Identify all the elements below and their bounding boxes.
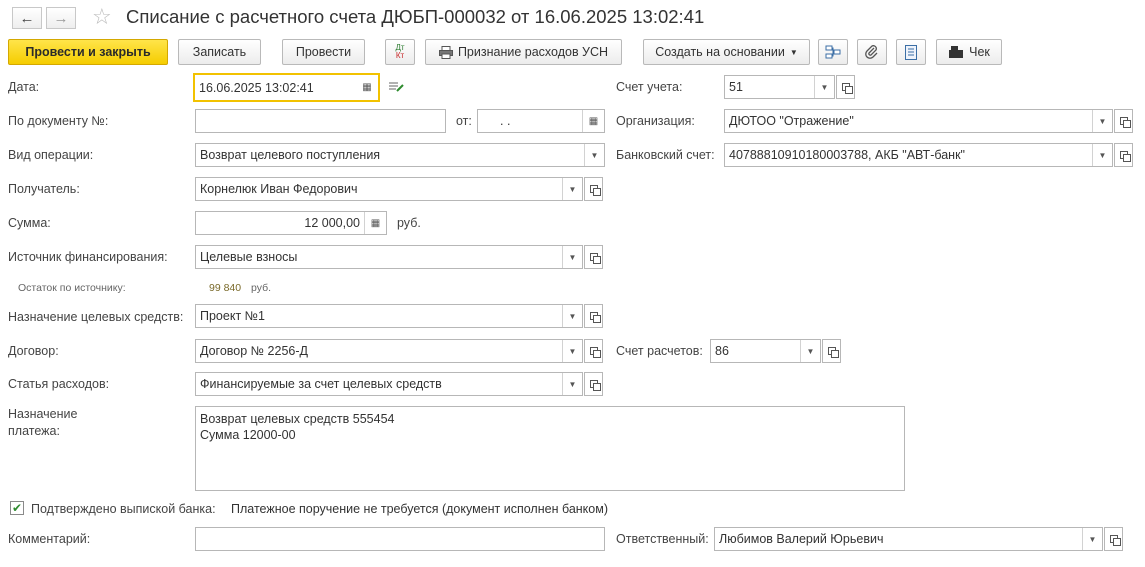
expense-item-label: Статья расходов:: [8, 377, 110, 391]
open-bank-account-icon[interactable]: [1114, 143, 1133, 167]
account-label: Счет учета:: [616, 80, 683, 94]
dropdown-arrow-icon[interactable]: ▼: [1092, 144, 1112, 166]
dropdown-arrow-icon[interactable]: ▼: [562, 340, 582, 362]
sum-label: Сумма:: [8, 216, 51, 230]
printer-icon: [438, 45, 453, 59]
remaining-value: 99 840: [209, 282, 242, 294]
favorite-star-icon[interactable]: ☆: [92, 4, 112, 30]
usn-expense-button[interactable]: Признание расходов УСН: [425, 39, 622, 65]
calculator-icon[interactable]: ▦: [364, 212, 386, 234]
bank-account-label: Банковский счет:: [616, 148, 715, 162]
from-label: от:: [456, 114, 472, 128]
open-settlement-icon[interactable]: [822, 339, 841, 363]
post-button[interactable]: Провести: [282, 39, 365, 65]
cash-register-icon: [949, 46, 964, 58]
edit-date-icon[interactable]: [388, 80, 404, 97]
back-arrow-icon: ←: [19, 9, 35, 27]
payment-purpose-label-2: платежа:: [8, 424, 60, 438]
purpose-funds-label: Назначение целевых средств:: [8, 310, 184, 324]
save-button[interactable]: Записать: [178, 39, 261, 65]
receipt-button[interactable]: Чек: [936, 39, 1002, 65]
dropdown-arrow-icon[interactable]: ▼: [800, 340, 820, 362]
comment-field[interactable]: [195, 527, 605, 551]
report-list-icon[interactable]: [896, 39, 926, 65]
dt-kt-icon[interactable]: Дт Кт: [385, 39, 415, 65]
sum-field[interactable]: 12 000,00 ▦: [195, 211, 387, 235]
responsible-label: Ответственный:: [616, 532, 709, 546]
payment-purpose-textarea[interactable]: Возврат целевых средств 555454 Сумма 120…: [195, 406, 905, 491]
page-title: Списание с расчетного счета ДЮБП-000032 …: [126, 6, 705, 27]
settlement-account-label: Счет расчетов:: [616, 344, 703, 358]
payment-purpose-label-1: Назначение: [8, 407, 78, 421]
operation-type-select[interactable]: Возврат целевого поступления ▼: [195, 143, 605, 167]
post-and-close-button[interactable]: Провести и закрыть: [8, 39, 168, 65]
bank-confirmed-label: Подтверждено выпиской банка:: [31, 502, 216, 516]
open-recipient-icon[interactable]: [584, 177, 603, 201]
forward-button[interactable]: →: [46, 7, 76, 29]
settlement-account-select[interactable]: 86 ▼: [710, 339, 821, 363]
contract-label: Договор:: [8, 344, 59, 358]
dropdown-arrow-icon[interactable]: ▼: [1082, 528, 1102, 550]
dropdown-arrow-icon[interactable]: ▼: [562, 246, 582, 268]
open-organization-icon[interactable]: [1114, 109, 1133, 133]
dropdown-arrow-icon[interactable]: ▼: [562, 305, 582, 327]
remaining-currency: руб.: [251, 282, 272, 294]
responsible-select[interactable]: Любимов Валерий Юрьевич ▼: [714, 527, 1103, 551]
organization-select[interactable]: ДЮТОО "Отражение" ▼: [724, 109, 1113, 133]
structure-icon[interactable]: [818, 39, 848, 65]
organization-label: Организация:: [616, 114, 695, 128]
expense-item-select[interactable]: Финансируемые за счет целевых средств ▼: [195, 372, 583, 396]
open-account-icon[interactable]: [836, 75, 855, 99]
open-contract-icon[interactable]: [584, 339, 603, 363]
dropdown-arrow-icon[interactable]: ▼: [562, 178, 582, 200]
comment-label: Комментарий:: [8, 532, 91, 546]
doc-date-field[interactable]: . . ▦: [477, 109, 605, 133]
attachment-icon[interactable]: [857, 39, 887, 65]
funding-source-select[interactable]: Целевые взносы ▼: [195, 245, 583, 269]
calendar-icon[interactable]: ▦: [582, 110, 604, 132]
doc-no-label: По документу №:: [8, 114, 109, 128]
remaining-label: Остаток по источнику:: [18, 282, 126, 294]
open-expense-icon[interactable]: [584, 372, 603, 396]
date-field[interactable]: 16.06.2025 13:02:41 ▦: [193, 73, 380, 102]
funding-label: Источник финансирования:: [8, 250, 168, 264]
dropdown-arrow-icon[interactable]: ▼: [584, 144, 604, 166]
account-select[interactable]: 51 ▼: [724, 75, 835, 99]
calendar-icon[interactable]: ▦: [356, 75, 378, 100]
contract-select[interactable]: Договор № 2256-Д ▼: [195, 339, 583, 363]
recipient-select[interactable]: Корнелюк Иван Федорович ▼: [195, 177, 583, 201]
doc-number-field[interactable]: [195, 109, 446, 133]
dropdown-arrow-icon: ▼: [789, 47, 798, 57]
forward-arrow-icon: →: [53, 9, 69, 27]
dropdown-arrow-icon[interactable]: ▼: [1092, 110, 1112, 132]
open-purpose-icon[interactable]: [584, 304, 603, 328]
open-responsible-icon[interactable]: [1104, 527, 1123, 551]
dropdown-arrow-icon[interactable]: ▼: [814, 76, 834, 98]
purpose-funds-select[interactable]: Проект №1 ▼: [195, 304, 583, 328]
recipient-label: Получатель:: [8, 182, 80, 196]
op-type-label: Вид операции:: [8, 148, 94, 162]
open-funding-icon[interactable]: [584, 245, 603, 269]
back-button[interactable]: ←: [12, 7, 42, 29]
bank-confirmed-note: Платежное поручение не требуется (докуме…: [231, 502, 608, 516]
dropdown-arrow-icon[interactable]: ▼: [562, 373, 582, 395]
create-based-on-button[interactable]: Создать на основании ▼: [643, 39, 810, 65]
bank-confirmed-checkbox[interactable]: ✔: [10, 501, 24, 515]
bank-account-select[interactable]: 40788810910180003788, АКБ "АВТ-банк" ▼: [724, 143, 1113, 167]
date-label: Дата:: [8, 80, 40, 94]
currency-label: руб.: [397, 216, 421, 230]
